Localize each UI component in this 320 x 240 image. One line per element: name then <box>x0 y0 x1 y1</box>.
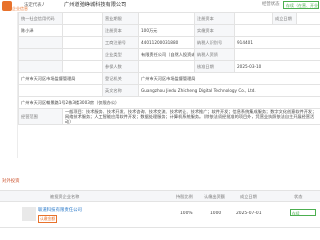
cell-label: 实缴资本 <box>194 24 235 37</box>
company-type: 有限责任公司（自然人投资或控股） <box>138 48 195 61</box>
registered-capital: 100万元 <box>138 24 195 37</box>
registered-address: 广州市天河区翰景路1号2栋3楼3003房（仅限办公） <box>18 96 320 109</box>
cell-value <box>62 48 103 61</box>
business-info-table: 统一社会信用代码 营业期限 注册资本 成立日期 陈小泽 注册资本 100万元 实… <box>18 12 320 125</box>
company-logo-icon <box>2 1 12 11</box>
column-header: 被投资企业名称 <box>50 194 80 199</box>
cell-value <box>62 24 103 37</box>
cell-label: 参保人数 <box>102 60 139 73</box>
table-row: 广州市天河区翰景路1号2栋3楼3003房（仅限办公） <box>18 96 320 109</box>
section-title: 对外投资 <box>2 179 20 184</box>
cell-label: 英文名称 <box>102 84 139 97</box>
approval-date: 2025-03-10 <box>234 60 320 73</box>
table-row: 经营范围 一般项目：技术服务、技术开发、技术咨询、技术交流、技术转让、技术推广；… <box>18 108 320 125</box>
cell-value <box>18 84 103 97</box>
company-logo-icon <box>22 207 36 221</box>
column-header: 认缴出资额 <box>204 194 225 199</box>
tax-id: 914401 <box>234 36 320 49</box>
cell-value <box>62 36 103 49</box>
table-row: 工商注册号 44011200031880 纳税人识别号 914401 <box>18 36 320 49</box>
english-name: Guangzhou Jiedu Zhicheng Digital Technol… <box>138 84 320 97</box>
status-badge: 存续（在营、开业、在册） <box>283 1 319 9</box>
cell-label: 纳税人资质 <box>194 48 235 61</box>
table-row: 统一社会信用代码 营业期限 注册资本 成立日期 <box>18 12 320 25</box>
invested-company-link[interactable]: 联道科技有限责任公司 <box>38 207 82 213</box>
investment-table-header: 被投资企业名称 持股比例 认缴出资额 成立日期 状态 <box>0 190 320 202</box>
cell-label <box>18 60 63 73</box>
table-row: 企业类型 有限责任公司（自然人投资或控股） 纳税人资质 <box>18 48 320 61</box>
cell-label: 成立日期 <box>272 12 297 25</box>
cell-label: 工商注册号 <box>102 36 139 49</box>
column-header: 成立日期 <box>240 194 257 199</box>
cell-label <box>18 48 63 61</box>
business-scope: 一般项目：技术服务、技术开发、技术咨询、技术交流、技术转让、技术推广；软件开发；… <box>62 108 320 125</box>
cell-label: 纳税人识别号 <box>194 36 235 49</box>
cell-label: 经营范围 <box>18 108 63 125</box>
cell-value <box>62 12 103 25</box>
cell-value <box>234 24 320 37</box>
table-row: 英文名称 Guangzhou Jiedu Zhicheng Digital Te… <box>18 84 320 97</box>
cell-label: 注册资本 <box>194 12 235 25</box>
status-badge: 存续 <box>290 209 316 216</box>
status-label: 经营状态 <box>262 2 280 7</box>
cell-value <box>234 12 273 25</box>
cell-value <box>296 12 320 25</box>
company-name[interactable]: 广州道弛峥城科技有限公司 <box>64 1 198 9</box>
cell-value <box>138 60 195 73</box>
badge: 认缴金额 <box>38 215 58 223</box>
amount-value: 1000 <box>210 211 222 216</box>
cell-label <box>18 36 63 49</box>
cell-label: 营业期限 <box>102 12 139 25</box>
left-rail <box>0 12 18 158</box>
registration-authority: 广州市天河区市场监督管理局 <box>138 72 320 85</box>
cell-label: 统一社会信用代码 <box>18 12 63 25</box>
cell-value <box>138 12 195 25</box>
table-row: 参保人数 核准日期 2025-03-10 <box>18 60 320 73</box>
table-row: 陈小泽 注册资本 100万元 实缴资本 <box>18 24 320 37</box>
legal-rep-link[interactable]: 陈小泽 <box>18 24 63 37</box>
cell-value <box>62 60 103 73</box>
column-header: 状态 <box>294 194 303 199</box>
cell-label: 登记机关 <box>102 72 139 85</box>
column-header: 持股比例 <box>176 194 193 199</box>
registration-number: 44011200031880 <box>138 36 195 49</box>
ratio-value: 100% <box>180 211 193 216</box>
cell-label: 核准日期 <box>194 60 235 73</box>
cell-value <box>234 48 320 61</box>
table-row: 广州市天河区市场监督管理局 登记机关 广州市天河区市场监督管理局 <box>18 72 320 85</box>
cell-label: 注册资本 <box>102 24 139 37</box>
cell-label: 企业类型 <box>102 48 139 61</box>
date-value: 2025-07-01 <box>236 211 262 216</box>
cell-value: 广州市天河区市场监督管理局 <box>18 72 103 85</box>
header-label: 法定代表人 <box>24 3 44 8</box>
